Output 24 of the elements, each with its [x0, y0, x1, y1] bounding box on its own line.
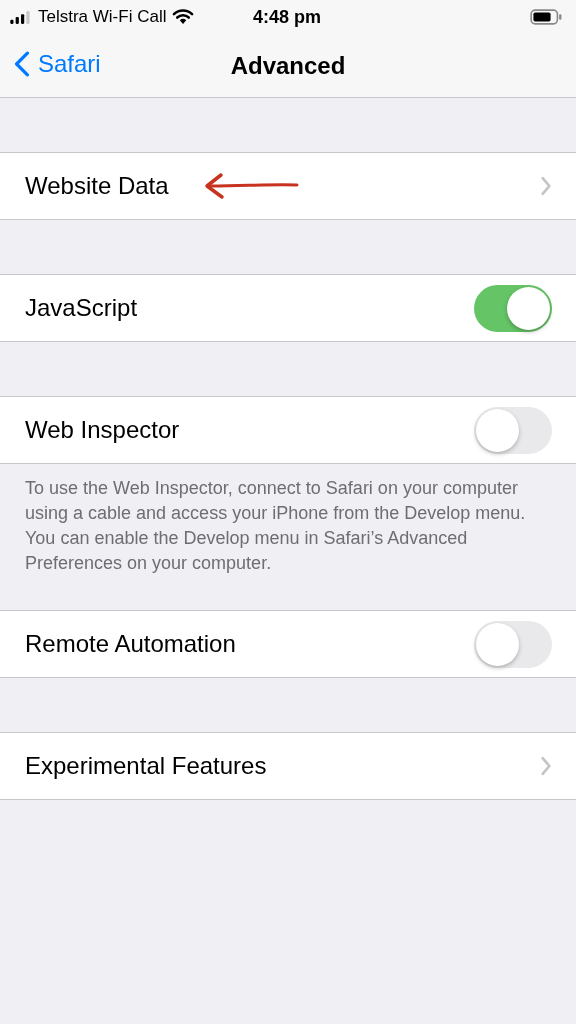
settings-row[interactable]: Web Inspector: [0, 397, 576, 463]
footer-note: To use the Web Inspector, connect to Safari on your computer using a cable and access your iPhone from the Develop menu. You can enable the Develop menu in Safari’s Advanced Preferences on your computer.: [24, 477, 527, 575]
back-button[interactable]: Safari: [14, 50, 101, 78]
carrier-name: Telstra Wi-Fi Call: [38, 7, 167, 27]
toggle-switch[interactable]: [474, 620, 552, 668]
settings-row[interactable]: Experimental Features: [0, 733, 576, 799]
row-label: Website Data: [25, 172, 169, 200]
status-time: 4:48 pm: [253, 6, 321, 28]
settings-row[interactable]: JavaScript: [0, 275, 576, 341]
toggle-switch[interactable]: [474, 284, 552, 332]
row-label: JavaScript: [25, 294, 138, 322]
settings-row[interactable]: Website Data: [0, 153, 576, 219]
chevron-icon: [540, 176, 552, 196]
nav-title: Advanced: [230, 51, 346, 80]
signal-icon: [10, 9, 32, 25]
toggle-switch[interactable]: [474, 406, 552, 454]
row-label: Experimental Features: [25, 752, 267, 780]
row-label: Web Inspector: [25, 416, 180, 444]
settings-row[interactable]: Remote Automation: [0, 611, 576, 677]
back-chevron-icon: [14, 51, 30, 77]
chevron-icon: [540, 756, 552, 776]
wifi-icon: [172, 9, 195, 25]
battery-icon: [530, 9, 562, 25]
row-label: Remote Automation: [25, 630, 236, 658]
